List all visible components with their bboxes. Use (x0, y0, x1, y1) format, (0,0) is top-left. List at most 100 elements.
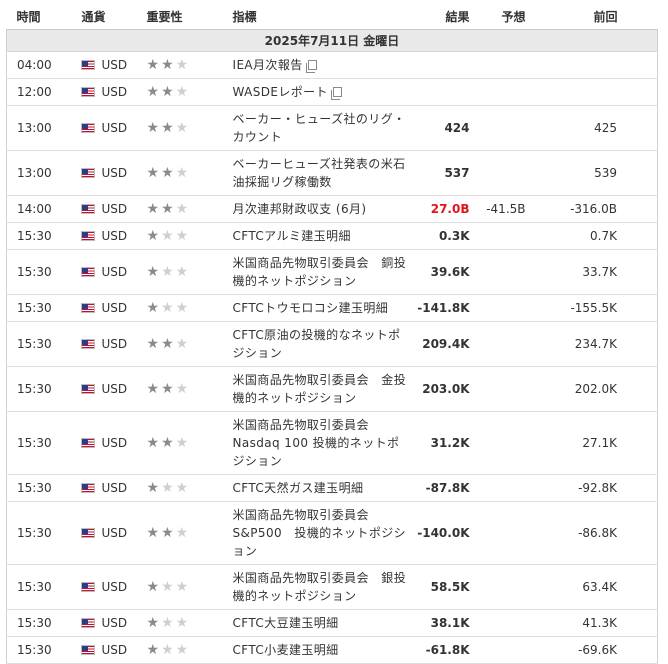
event-name-link[interactable]: 米国商品先物取引委員会 S&P500 投機的ネットポジション (233, 508, 407, 558)
event-name-link[interactable]: IEA月次報告 (233, 58, 303, 72)
event-currency: USD (72, 321, 139, 367)
importance-stars: ★ ★ ★ (138, 105, 228, 151)
table-row[interactable]: 15:30 USD ★ ★ ★ 米国商品先物取引委員会 銀投機的ネットポジション 58.5K… (6, 564, 658, 610)
table-row[interactable]: 15:30 USD ★ ★ ★ 米国商品先物取引委員会 銅投機的ネットポジション 39.6K… (6, 249, 658, 295)
importance-stars: ★ ★ ★ (138, 150, 228, 196)
event-forecast (469, 411, 542, 475)
event-name-cell[interactable]: CFTCアルミ建玉明細 (227, 222, 411, 250)
star-empty-icon: ★ (175, 228, 189, 244)
us-flag-icon (80, 645, 95, 655)
star-empty-icon: ★ (175, 57, 189, 73)
table-row[interactable]: 15:30 USD ★ ★ ★ CFTC天然ガス建玉明細 -87.8K -92.8K (6, 474, 658, 502)
event-name-link[interactable]: CFTC大豆建玉明細 (233, 616, 339, 630)
star-filled-icon: ★ (146, 120, 160, 136)
event-actual: 38.1K (410, 609, 470, 637)
header-forecast[interactable]: 予想 (469, 4, 542, 30)
header-event[interactable]: 指標 (227, 4, 411, 30)
event-name-cell[interactable]: IEA月次報告 (227, 51, 411, 79)
event-name-cell[interactable]: 米国商品先物取引委員会 金投機的ネットポジション (227, 366, 411, 412)
event-previous: -69.6K (541, 636, 658, 664)
event-time: 04:00 (6, 51, 73, 79)
currency-code: USD (101, 643, 128, 657)
event-name-cell[interactable]: ベーカー・ヒューズ社のリグ・カウント (227, 105, 411, 151)
event-name-link[interactable]: CFTCアルミ建玉明細 (233, 229, 351, 243)
star-filled-icon: ★ (161, 525, 174, 541)
table-row[interactable]: 14:00 USD ★ ★ ★ 月次連邦財政収支 (6月) 27.0B -41.5B -316.… (6, 195, 658, 223)
star-empty-icon: ★ (161, 264, 174, 280)
event-name-cell[interactable]: CFTC天然ガス建玉明細 (227, 474, 411, 502)
table-row[interactable]: 12:00 USD ★ ★ ★ WASDEレポート (6, 78, 658, 106)
star-filled-icon: ★ (146, 228, 160, 244)
us-flag-icon (80, 582, 95, 592)
table-row[interactable]: 15:30 USD ★ ★ ★ CFTC原油の投機的なネットポジション 209.4K 234.… (6, 321, 658, 367)
header-previous[interactable]: 前回 (541, 4, 658, 30)
table-row[interactable]: 13:00 USD ★ ★ ★ ベーカー・ヒューズ社のリグ・カウント 424 425 (6, 105, 658, 151)
event-forecast (469, 474, 542, 502)
table-row[interactable]: 15:30 USD ★ ★ ★ 米国商品先物取引委員会 金投機的ネットポジション 203.0… (6, 366, 658, 412)
table-row[interactable]: 15:30 USD ★ ★ ★ CFTC大豆建玉明細 38.1K 41.3K (6, 609, 658, 637)
star-filled-icon: ★ (161, 165, 174, 181)
event-name-link[interactable]: 米国商品先物取引委員会 銀投機的ネットポジション (233, 571, 407, 603)
event-name-cell[interactable]: WASDEレポート (227, 78, 411, 106)
event-name-link[interactable]: CFTCトウモロコシ建玉明細 (233, 301, 389, 315)
event-name-cell[interactable]: 米国商品先物取引委員会 銀投機的ネットポジション (227, 564, 411, 610)
header-time[interactable]: 時間 (6, 4, 73, 30)
header-currency[interactable]: 通貨 (72, 4, 139, 30)
table-row[interactable]: 13:00 USD ★ ★ ★ ベーカーヒューズ社発表の米石油採掘リグ稼働数 537 539 (6, 150, 658, 196)
event-time: 15:30 (6, 366, 73, 412)
event-previous (541, 51, 658, 79)
event-name-cell[interactable]: 米国商品先物取引委員会 S&P500 投機的ネットポジション (227, 501, 411, 565)
event-name-link[interactable]: CFTC天然ガス建玉明細 (233, 481, 364, 495)
event-actual: -140.0K (410, 501, 470, 565)
table-row[interactable]: 15:30 USD ★ ★ ★ 米国商品先物取引委員会 Nasdaq 100 投機的ネット… (6, 411, 658, 475)
table-row[interactable]: 04:00 USD ★ ★ ★ IEA月次報告 (6, 51, 658, 79)
currency-code: USD (101, 229, 128, 243)
currency-code: USD (101, 337, 128, 351)
star-empty-icon: ★ (175, 165, 189, 181)
document-icon[interactable] (305, 60, 317, 73)
event-name-link[interactable]: CFTC小麦建玉明細 (233, 643, 339, 657)
event-name-link[interactable]: 米国商品先物取引委員会 金投機的ネットポジション (233, 373, 407, 405)
event-forecast (469, 51, 542, 79)
us-flag-icon (80, 384, 95, 394)
header-importance[interactable]: 重要性 (138, 4, 228, 30)
event-name-cell[interactable]: ベーカーヒューズ社発表の米石油採掘リグ稼働数 (227, 150, 411, 196)
currency-code: USD (101, 436, 128, 450)
event-currency: USD (72, 294, 139, 322)
event-name-link[interactable]: ベーカーヒューズ社発表の米石油採掘リグ稼働数 (233, 157, 406, 189)
event-name-cell[interactable]: 月次連邦財政収支 (6月) (227, 195, 411, 223)
header-actual[interactable]: 結果 (410, 4, 470, 30)
event-previous: 425 (541, 105, 658, 151)
event-name-cell[interactable]: CFTCトウモロコシ建玉明細 (227, 294, 411, 322)
star-filled-icon: ★ (146, 615, 160, 631)
event-currency: USD (72, 636, 139, 664)
event-name-link[interactable]: CFTC原油の投機的なネットポジション (233, 328, 401, 360)
event-previous: 539 (541, 150, 658, 196)
table-row[interactable]: 15:30 USD ★ ★ ★ CFTC小麦建玉明細 -61.8K -69.6K (6, 636, 658, 664)
event-forecast (469, 222, 542, 250)
event-currency: USD (72, 222, 139, 250)
table-row[interactable]: 15:30 USD ★ ★ ★ CFTCトウモロコシ建玉明細 -141.8K -155.5K (6, 294, 658, 322)
document-icon[interactable] (330, 87, 342, 100)
star-filled-icon: ★ (146, 642, 160, 658)
event-name-cell[interactable]: CFTC大豆建玉明細 (227, 609, 411, 637)
event-name-link[interactable]: 月次連邦財政収支 (6月) (233, 202, 367, 216)
event-name-link[interactable]: 米国商品先物取引委員会 銅投機的ネットポジション (233, 256, 407, 288)
event-name-cell[interactable]: 米国商品先物取引委員会 銅投機的ネットポジション (227, 249, 411, 295)
event-name-link[interactable]: WASDEレポート (233, 85, 328, 99)
event-name-cell[interactable]: CFTC原油の投機的なネットポジション (227, 321, 411, 367)
event-name-cell[interactable]: 米国商品先物取引委員会 Nasdaq 100 投機的ネットポジション (227, 411, 411, 475)
table-row[interactable]: 15:30 USD ★ ★ ★ 米国商品先物取引委員会 S&P500 投機的ネットポジショ… (6, 501, 658, 565)
table-row[interactable]: 15:30 USD ★ ★ ★ CFTCアルミ建玉明細 0.3K 0.7K (6, 222, 658, 250)
currency-code: USD (101, 382, 128, 396)
event-previous: -92.8K (541, 474, 658, 502)
event-name-cell[interactable]: CFTC小麦建玉明細 (227, 636, 411, 664)
event-actual (410, 51, 470, 79)
event-time: 15:30 (6, 636, 73, 664)
currency-code: USD (101, 166, 128, 180)
event-name-link[interactable]: 米国商品先物取引委員会 Nasdaq 100 投機的ネットポジション (233, 418, 400, 468)
star-filled-icon: ★ (161, 57, 174, 73)
event-name-link[interactable]: ベーカー・ヒューズ社のリグ・カウント (233, 112, 406, 144)
star-filled-icon: ★ (146, 579, 160, 595)
us-flag-icon (80, 483, 95, 493)
